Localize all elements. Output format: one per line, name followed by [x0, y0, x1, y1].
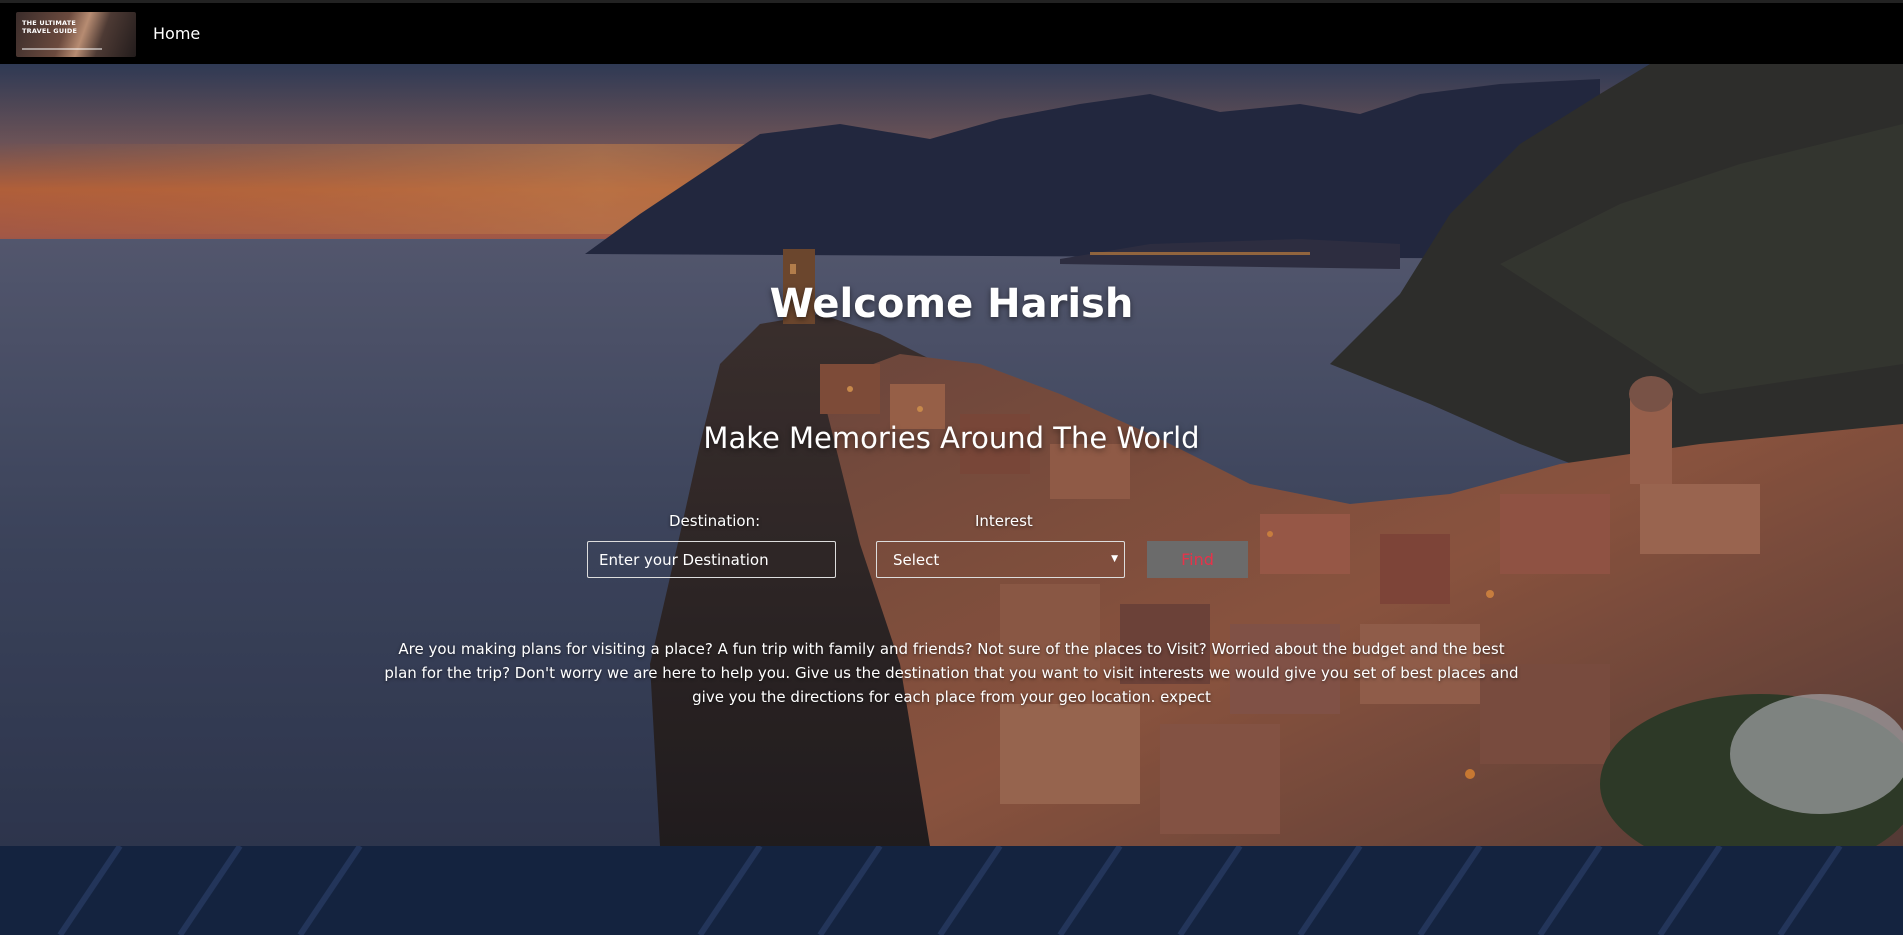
hero-section: Welcome Harish Make Memories Around The …: [0, 64, 1903, 846]
chevron-down-icon: ▼: [1111, 554, 1118, 564]
interest-select[interactable]: Select ▼: [876, 541, 1125, 578]
welcome-heading: Welcome Harish: [769, 281, 1134, 327]
top-navbar: THE ULTIMATE TRAVEL GUIDE Home: [0, 0, 1903, 64]
interest-selected-value: Select: [893, 551, 940, 569]
destination-input[interactable]: [587, 541, 836, 578]
find-button[interactable]: Find: [1147, 541, 1248, 578]
nav-home-link[interactable]: Home: [153, 24, 200, 43]
interest-label: Interest: [975, 512, 1033, 530]
hero-background-image: [0, 64, 1903, 846]
site-logo[interactable]: THE ULTIMATE TRAVEL GUIDE: [16, 12, 136, 57]
destination-label: Destination:: [669, 512, 761, 530]
footer-band: [0, 846, 1903, 935]
tagline-heading: Make Memories Around The World: [703, 421, 1200, 455]
logo-divider: [22, 48, 102, 50]
hero-description: Are you making plans for visiting a plac…: [384, 640, 1519, 706]
logo-text: THE ULTIMATE TRAVEL GUIDE: [22, 19, 78, 35]
footer-pattern: [57, 846, 1843, 935]
